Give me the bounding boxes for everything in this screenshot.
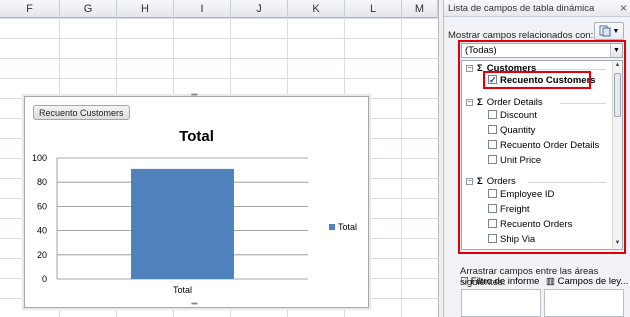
area-legend-fields-header: ▥ Campos de ley... <box>546 276 628 287</box>
checkbox[interactable] <box>488 140 497 149</box>
field-label: Discount <box>500 110 537 121</box>
legend-swatch <box>329 224 335 230</box>
column-header-j[interactable]: J <box>231 0 288 18</box>
group-order-details[interactable]: − Σ Order Details <box>462 96 543 109</box>
sigma-icon: Σ <box>477 176 483 187</box>
chevron-down-icon: ▼ <box>612 27 620 35</box>
group-separator <box>536 69 606 70</box>
checkbox[interactable] <box>488 189 497 198</box>
field-recuento-order-details[interactable]: Recuento Order Details <box>488 139 599 153</box>
column-header-m[interactable]: M <box>402 0 438 18</box>
group-separator <box>528 182 606 183</box>
field-employee-id[interactable]: Employee ID <box>488 188 554 202</box>
group-separator <box>560 103 606 104</box>
scroll-thumb[interactable] <box>614 73 621 117</box>
column-header-i[interactable]: I <box>174 0 231 18</box>
collapse-icon[interactable]: − <box>466 99 473 106</box>
columns-icon: ▥ <box>546 276 555 287</box>
y-tick-label: 100 <box>32 153 47 163</box>
sigma-icon: Σ <box>477 97 483 108</box>
x-category-label: Total <box>173 285 192 295</box>
pivot-chart[interactable]: •••• •••• Recuento Customers Total 0 20 40… <box>24 92 370 309</box>
field-label: Recuento Orders <box>500 219 573 230</box>
field-freight[interactable]: Freight <box>488 203 530 217</box>
sigma-icon: Σ <box>477 63 483 74</box>
filter-icon: ⛉ <box>461 276 469 287</box>
plot-area[interactable]: 0 20 40 60 80 100 Total <box>25 97 370 309</box>
field-recuento-orders[interactable]: Recuento Orders <box>488 218 572 232</box>
close-icon[interactable]: × <box>620 1 627 15</box>
field-label: Ship Via <box>500 234 536 245</box>
legend-fields-drop-area[interactable] <box>544 289 624 317</box>
field-list-scrollbar[interactable]: ▲ ▼ <box>612 61 622 249</box>
y-tick-label: 0 <box>42 274 47 284</box>
field-list-layout-button[interactable]: ▼ <box>594 22 624 40</box>
y-tick-label: 80 <box>37 177 47 187</box>
scroll-down-icon[interactable]: ▼ <box>613 240 622 246</box>
pane-header: Lista de campos de tabla dinámica × <box>444 0 630 17</box>
area-report-filter-header: ⛉ Filtro de informe <box>461 276 539 287</box>
y-tick-label: 60 <box>37 201 47 211</box>
worksheet[interactable]: F G H I J K L M •••• •••• Recuento Custo… <box>0 0 443 317</box>
column-header-l[interactable]: L <box>345 0 402 18</box>
column-header-k[interactable]: K <box>288 0 345 18</box>
checkbox[interactable] <box>488 234 497 243</box>
field-label: Unit Price <box>500 155 542 166</box>
field-label: Freight <box>500 204 530 215</box>
related-fields-select[interactable]: (Todas) ▼ <box>461 43 623 58</box>
checkbox[interactable] <box>488 125 497 134</box>
area-legend-fields-label: Campos de ley... <box>557 276 629 287</box>
y-tick-label: 20 <box>37 250 47 260</box>
field-unit-price[interactable]: Unit Price <box>488 154 541 168</box>
chevron-down-icon[interactable]: ▼ <box>610 44 622 57</box>
column-header-g[interactable]: G <box>60 0 117 18</box>
field-quantity[interactable]: Quantity <box>488 124 535 138</box>
field-ship-via[interactable]: Ship Via <box>488 233 535 247</box>
select-value: (Todas) <box>465 45 497 56</box>
column-headers: F G H I J K L M <box>0 0 443 18</box>
checkbox[interactable] <box>488 155 497 164</box>
column-header-f[interactable]: F <box>0 0 60 18</box>
grid-line <box>401 18 402 317</box>
field-label: Quantity <box>500 125 536 136</box>
scroll-up-icon[interactable]: ▲ <box>613 62 622 68</box>
area-report-filter-label: Filtro de informe <box>470 276 540 287</box>
field-label: Employee ID <box>500 189 555 200</box>
pane-title: Lista de campos de tabla dinámica <box>448 3 595 14</box>
field-discount[interactable]: Discount <box>488 109 537 123</box>
y-tick-label: 40 <box>37 226 47 236</box>
layout-icon <box>599 25 611 37</box>
checkbox[interactable] <box>488 204 497 213</box>
group-label: Order Details <box>486 97 543 108</box>
column-header-h[interactable]: H <box>117 0 174 18</box>
group-label: Orders <box>486 176 516 187</box>
selected-field-highlight <box>483 71 591 89</box>
collapse-icon[interactable]: − <box>466 65 473 72</box>
chart-legend[interactable]: Total <box>329 222 357 232</box>
bar <box>131 168 234 279</box>
checkbox[interactable] <box>488 219 497 228</box>
collapse-icon[interactable]: − <box>466 178 473 185</box>
checkbox[interactable] <box>488 110 497 119</box>
group-orders[interactable]: − Σ Orders <box>462 175 516 188</box>
field-label: Recuento Order Details <box>500 140 600 151</box>
report-filter-drop-area[interactable] <box>461 289 541 317</box>
legend-label: Total <box>338 222 358 232</box>
